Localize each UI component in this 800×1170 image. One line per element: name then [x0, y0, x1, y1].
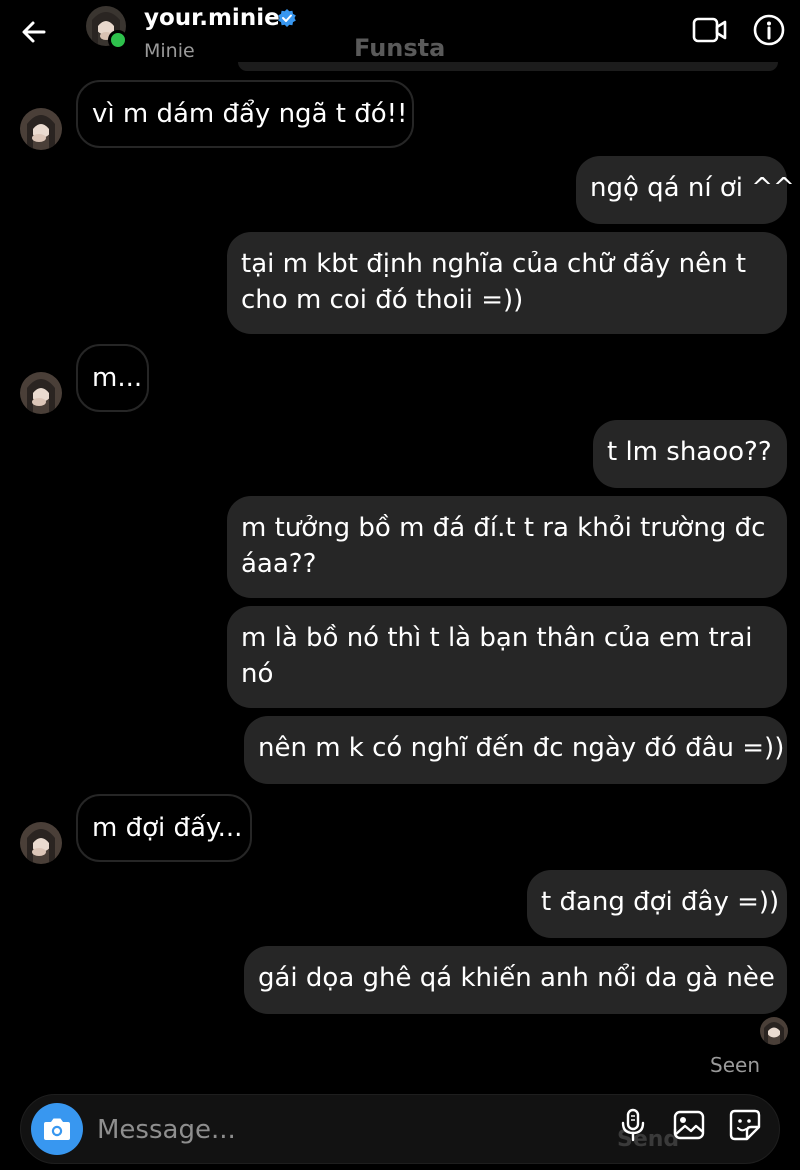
- message-bubble-sent[interactable]: m là bồ nó thì t là bạn thân của em trai…: [227, 606, 787, 708]
- image-gallery-icon: [673, 1110, 705, 1140]
- contact-username[interactable]: your.minie: [144, 3, 280, 33]
- message-bubble-sent[interactable]: tại m kbt định nghĩa của chữ đấy nên t c…: [227, 232, 787, 334]
- sender-avatar[interactable]: [20, 372, 62, 414]
- message-composer: Send: [20, 1094, 780, 1164]
- background-card-edge: [238, 62, 778, 71]
- message-bubble-received[interactable]: m đợi đấy...: [76, 794, 252, 862]
- contact-display-name: Minie: [144, 40, 195, 62]
- camera-button[interactable]: [31, 1103, 83, 1155]
- camera-icon: [44, 1118, 70, 1140]
- message-bubble-sent[interactable]: t đang đợi đây =)): [527, 870, 787, 938]
- message-bubble-sent[interactable]: gái dọa ghê qá khiến anh nổi da gà nèe: [244, 946, 787, 1014]
- sender-avatar[interactable]: [20, 822, 62, 864]
- message-bubble-sent[interactable]: ngộ qá ní ơi ^^: [576, 156, 795, 224]
- verified-badge-icon: [278, 9, 296, 27]
- message-input[interactable]: [95, 1109, 599, 1151]
- online-status-indicator: [108, 30, 128, 50]
- message-bubble-sent[interactable]: nên m k có nghĩ đến đc ngày đó đâu =)): [244, 716, 787, 784]
- chat-header: your.minie Minie Funsta: [0, 0, 800, 71]
- seen-by-avatar: [760, 1017, 788, 1045]
- video-call-button[interactable]: [692, 14, 728, 46]
- background-title-text: Funsta: [354, 34, 446, 62]
- seen-status: Seen: [710, 1053, 760, 1077]
- info-icon: [753, 14, 785, 46]
- video-camera-icon: [692, 17, 727, 43]
- microphone-icon: [621, 1108, 645, 1142]
- back-button[interactable]: [18, 16, 50, 48]
- info-button[interactable]: [752, 13, 786, 47]
- gallery-button[interactable]: [671, 1107, 707, 1143]
- voice-message-button[interactable]: [615, 1107, 651, 1143]
- sticker-button[interactable]: [727, 1107, 763, 1143]
- message-bubble-received[interactable]: m...: [76, 344, 149, 412]
- message-bubble-sent[interactable]: m tưởng bồ m đá đí.t t ra khỏi trường đc…: [227, 496, 787, 598]
- arrow-left-icon: [22, 21, 46, 43]
- message-bubble-sent[interactable]: t lm shaoo??: [593, 420, 787, 488]
- message-bubble-received[interactable]: vì m dám đẩy ngã t đó!!: [76, 80, 414, 148]
- sender-avatar[interactable]: [20, 108, 62, 150]
- sticker-icon: [729, 1109, 761, 1141]
